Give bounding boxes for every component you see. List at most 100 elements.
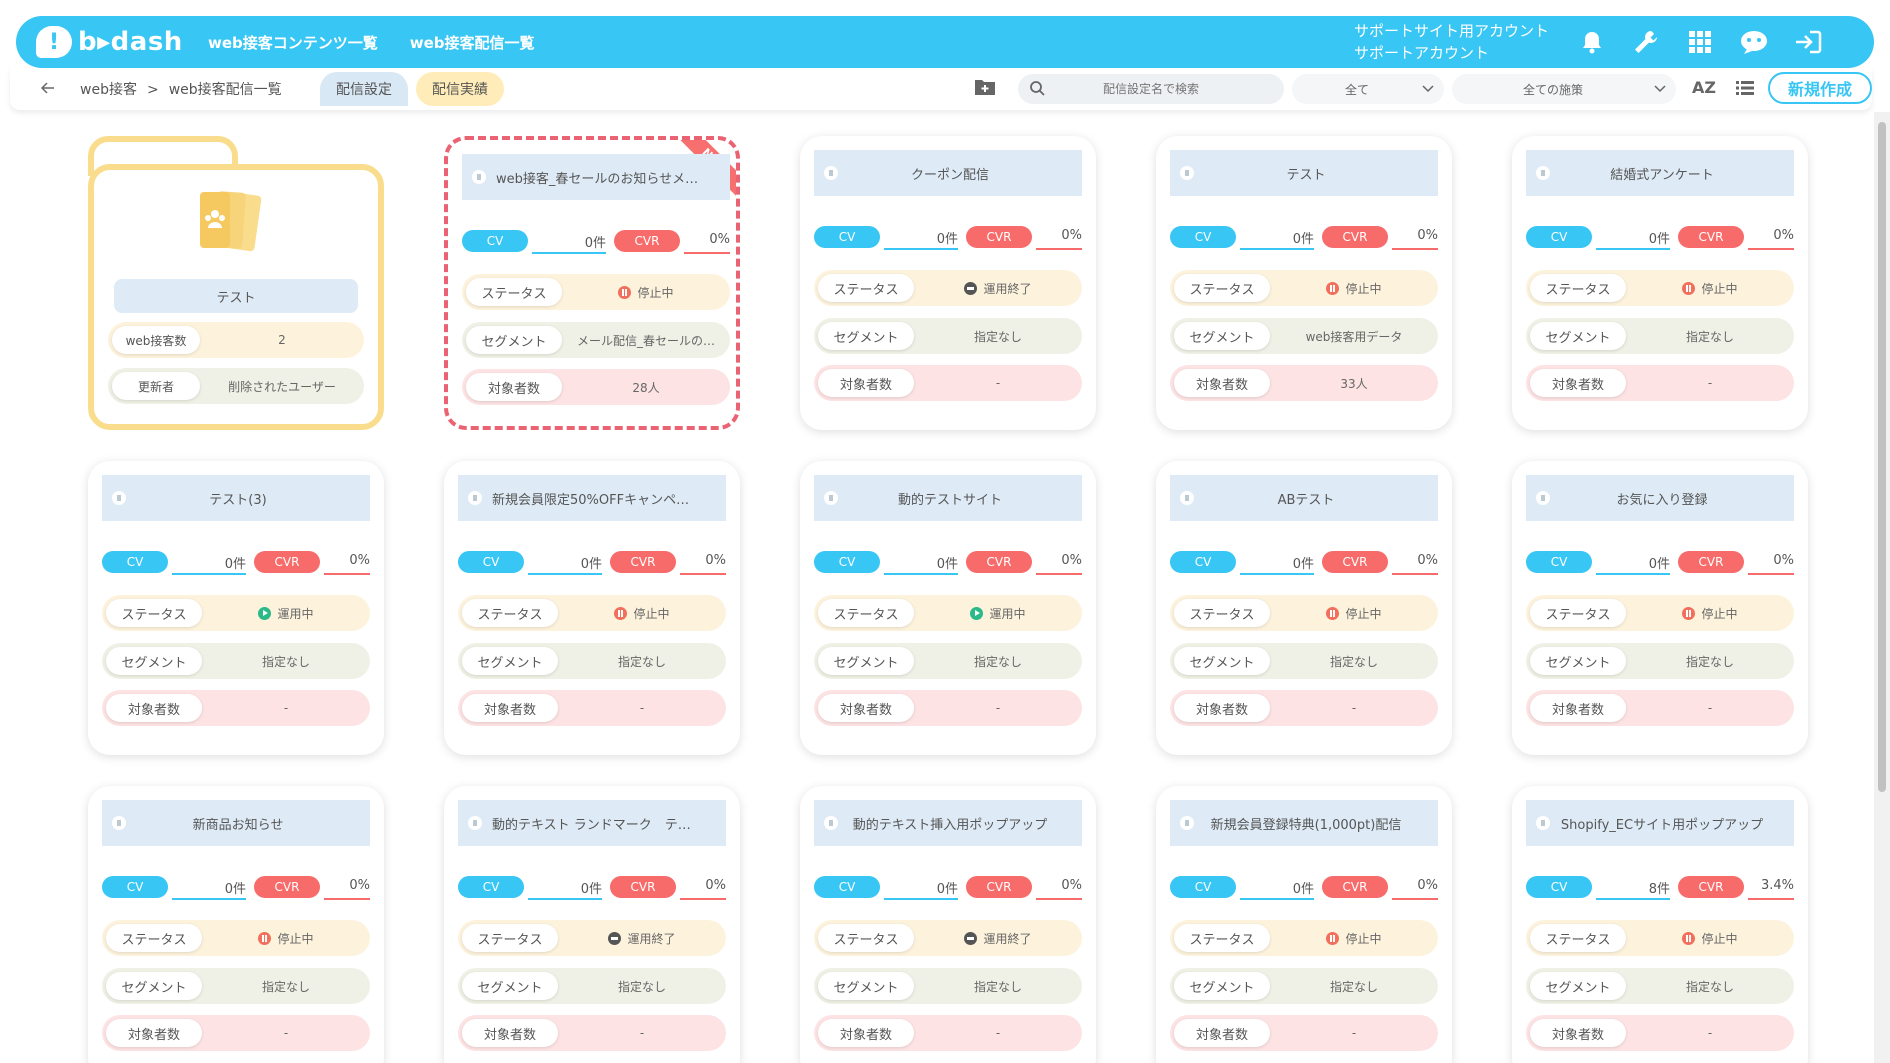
delivery-card[interactable]: Shopify_ECサイト用ポップアップ CV 8件 CVR 3.4% ステータス 停止中セ… (1512, 786, 1808, 1063)
status-label: ステータス (818, 924, 914, 952)
sort-az-icon[interactable]: AZ (1692, 78, 1716, 97)
pin-icon[interactable] (824, 491, 838, 505)
target-label: 対象者数 (466, 373, 562, 401)
status-value: 運用終了 (918, 920, 1078, 956)
cvr-underline (1748, 248, 1794, 250)
cv-underline (1596, 573, 1670, 575)
cvr-badge: CVR (1678, 551, 1744, 573)
tab-delivery-settings[interactable]: 配信設定 (320, 72, 408, 106)
segment-row: セグメント 指定なし (1170, 968, 1438, 1004)
cvr-underline (1392, 898, 1438, 900)
back-arrow-icon[interactable] (36, 76, 60, 100)
delivery-card[interactable]: テスト CV 0件 CVR 0% ステータス 停止中 セグメント web接客用データ 対象者数 33… (1156, 136, 1452, 430)
chevron-down-icon (1422, 82, 1434, 96)
target-value: - (995, 376, 1001, 390)
status-value: 運用終了 (918, 270, 1078, 306)
scrollbar[interactable] (1874, 112, 1890, 1063)
cv-value: 0件 (1292, 557, 1314, 572)
segment-value: 指定なし (1685, 329, 1734, 344)
cvr-badge: CVR (254, 551, 320, 573)
logout-icon[interactable] (1790, 24, 1826, 60)
folder-add-icon[interactable] (974, 78, 996, 100)
measure-filter-value: 全ての施策 (1522, 82, 1583, 97)
pin-icon[interactable] (112, 491, 126, 505)
pin-icon[interactable] (1536, 491, 1550, 505)
cv-badge: CV (1526, 226, 1592, 248)
cvr-value: 0% (1061, 878, 1082, 893)
support-chat-icon[interactable] (1736, 24, 1772, 60)
breadcrumb-separator: > (146, 82, 159, 98)
create-new-button[interactable]: 新規作成 (1768, 72, 1872, 104)
cvr-badge: CVR (614, 230, 680, 252)
sub-header: web接客 > web接客配信一覧 配信設定 配信実績 全て 全ての施策 AZ 新規… (10, 68, 1872, 110)
card-title-bar: 動的テキスト ランドマーク テスト (458, 800, 726, 846)
measure-filter-select[interactable]: 全ての施策 (1452, 74, 1676, 104)
delivery-card[interactable]: ABテスト CV 0件 CVR 0% ステータス 停止中 セグメント 指定なし 対象者数 - (1156, 461, 1452, 755)
delivery-card[interactable]: 新規会員限定50%OFFキャンペーン CV 0件 CVR 0% ステータス 停止中 セグメント… (444, 461, 740, 755)
delivery-card[interactable]: 動的テキスト ランドマーク テスト CV 0件 CVR 0% ステータス 運用終了 セグメント… (444, 786, 740, 1063)
status-row: ステータス 運用中 (814, 595, 1082, 631)
pin-icon[interactable] (472, 170, 486, 184)
folder-card[interactable]: テスト web接客数 2 更新者 削除されたユーザー (88, 136, 384, 430)
status-row: ステータス 停止中 (1526, 920, 1794, 956)
pin-icon[interactable] (468, 491, 482, 505)
status-stop-icon (1682, 931, 1696, 945)
nav-web-contents[interactable]: web接客コンテンツ一覧 (208, 32, 378, 53)
breadcrumb: web接客 > web接客配信一覧 (80, 79, 292, 99)
card-title-bar: ABテスト (1170, 475, 1438, 521)
status-value: 運用中 (918, 595, 1078, 631)
delivery-card[interactable]: クーポン配信 CV 0件 CVR 0% ステータス 運用終了 セグメント 指定なし 対象者数 - (800, 136, 1096, 430)
pin-icon[interactable] (112, 816, 126, 830)
delivery-card[interactable]: NEWweb接客_春セールのお知らせメール用CV0件CVR0%ステータス停止中セ… (444, 136, 740, 430)
cv-value: 0件 (584, 236, 606, 251)
cv-badge: CV (1170, 226, 1236, 248)
segment-label: セグメント (1174, 647, 1270, 675)
status-value: 停止中 (566, 274, 726, 310)
status-text: 停止中 (637, 285, 674, 300)
tab-delivery-results[interactable]: 配信実績 (416, 72, 504, 106)
wrench-icon[interactable] (1628, 24, 1664, 60)
pin-icon[interactable] (468, 816, 482, 830)
delivery-card[interactable]: 結婚式アンケート CV 0件 CVR 0% ステータス 停止中 セグメント 指定なし 対象者数 - (1512, 136, 1808, 430)
status-filter-select[interactable]: 全て (1292, 74, 1444, 104)
segment-label: セグメント (106, 647, 202, 675)
delivery-card[interactable]: 動的テキスト挿入用ポップアップ CV 0件 CVR 0% ステータス 運用終了 セグメント 指定… (800, 786, 1096, 1063)
pin-icon[interactable] (1536, 166, 1550, 180)
cv-underline (1240, 573, 1314, 575)
chevron-down-icon (1654, 82, 1666, 96)
account-info[interactable]: サポートサイト用アカウント サポートアカウント (1354, 20, 1549, 64)
grid-icon[interactable] (1682, 24, 1718, 60)
pin-icon[interactable] (824, 816, 838, 830)
pin-icon[interactable] (1180, 816, 1194, 830)
status-filter-value: 全て (1344, 82, 1369, 97)
list-view-icon[interactable] (1736, 80, 1754, 99)
scrollbar-thumb[interactable] (1878, 122, 1886, 792)
pin-icon[interactable] (824, 166, 838, 180)
delivery-card[interactable]: 新規会員登録特典(1,000pt)配信 CV 0件 CVR 0% ステータス 停止中 セグメン… (1156, 786, 1452, 1063)
target-row: 対象者数 - (458, 1015, 726, 1051)
breadcrumb-web[interactable]: web接客 (80, 82, 137, 98)
pin-icon[interactable] (1180, 491, 1194, 505)
status-label: ステータス (106, 599, 202, 627)
status-value: 停止中 (1274, 595, 1434, 631)
delivery-card[interactable]: 動的テストサイト CV 0件 CVR 0% ステータス 運用中 セグメント 指定なし 対象者数 - (800, 461, 1096, 755)
cv-metrics: CV 0件 CVR 0% (102, 874, 370, 902)
status-label: ステータス (1174, 274, 1270, 302)
pin-icon[interactable] (1180, 166, 1194, 180)
pin-icon[interactable] (1536, 816, 1550, 830)
cv-badge: CV (814, 551, 880, 573)
target-row: 対象者数 - (1170, 690, 1438, 726)
cv-metrics: CV 0件 CVR 0% (1526, 224, 1794, 252)
segment-value: 指定なし (1685, 979, 1734, 994)
nav-web-delivery[interactable]: web接客配信一覧 (410, 32, 535, 53)
search-input[interactable] (1046, 82, 1256, 96)
cv-underline (1240, 898, 1314, 900)
delivery-card[interactable]: お気に入り登録 CV 0件 CVR 0% ステータス 停止中 セグメント 指定なし 対象者数 - (1512, 461, 1808, 755)
bdash-logo[interactable]: ! b▸dash (36, 26, 186, 58)
cv-underline (1596, 898, 1670, 900)
delivery-card[interactable]: 新商品お知らせ CV 0件 CVR 0% ステータス 停止中 セグメント 指定なし 対象者数 - (88, 786, 384, 1063)
delivery-card[interactable]: テスト(3) CV 0件 CVR 0% ステータス 運用中 セグメント 指定なし 対象者数 - (88, 461, 384, 755)
target-label: 対象者数 (818, 1019, 914, 1047)
bell-icon[interactable] (1574, 24, 1610, 60)
cv-metrics: CV 0件 CVR 0% (1170, 549, 1438, 577)
